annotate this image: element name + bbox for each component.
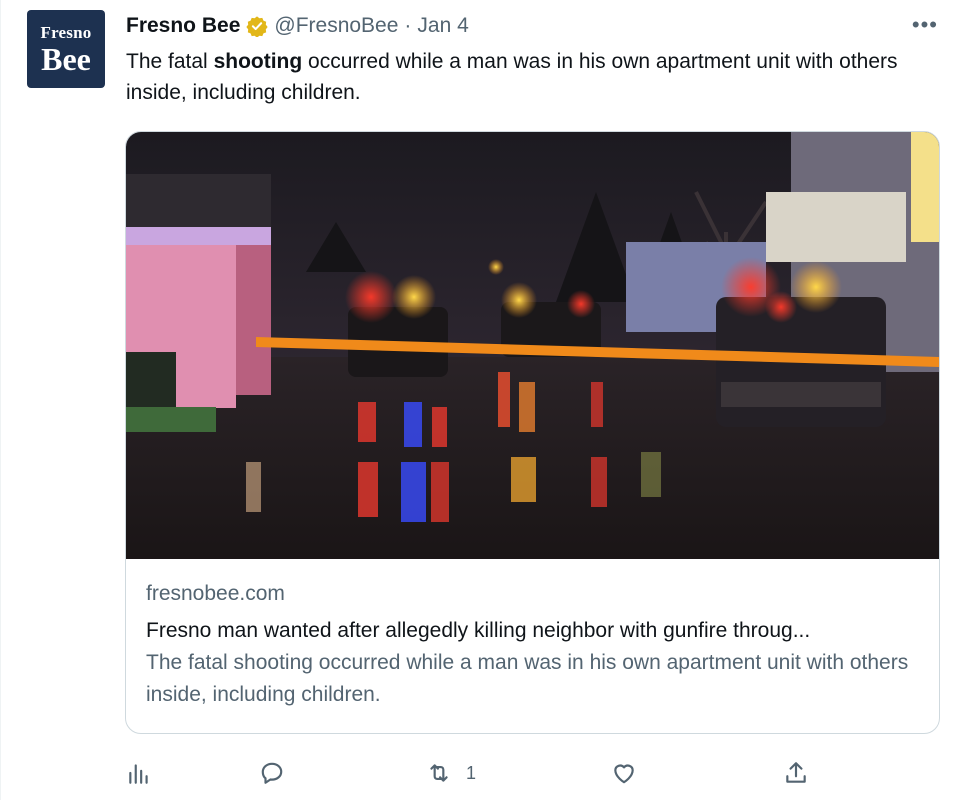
action-bar: 1 [126,756,826,790]
retweet-count: 1 [466,762,477,783]
tweet-header: Fresno Bee @FresnoBee · Jan 4 [126,12,469,40]
avatar-logo-line2: Bee [41,40,91,77]
avatar[interactable]: Fresno Bee [27,10,105,88]
like-icon [614,764,634,784]
separator-dot: · [404,14,412,37]
card-description: The fatal shooting occurred while a man … [146,651,909,706]
like-button[interactable] [611,756,637,790]
verified-badge-icon [246,16,269,37]
retweet-icon [430,764,448,782]
share-icon [786,762,806,783]
card-body: fresnobee.com Fresno man wanted after al… [146,579,916,711]
share-button[interactable] [783,756,809,790]
tweet-text-bold: shooting [213,50,303,73]
tweet-text: The fatal shooting occurred while a man … [126,46,926,108]
reply-icon [261,762,283,784]
card-title: Fresno man wanted after allegedly killin… [146,619,811,642]
tweet-text-start: The fatal [126,50,214,73]
analytics-icon [129,764,148,784]
tweet[interactable]: Fresno Bee Fresno Bee @FresnoBee · Jan 4… [0,0,960,800]
more-options-icon[interactable]: ••• [912,12,938,38]
card-domain: fresnobee.com [146,582,285,605]
account-handle[interactable]: @FresnoBee [274,14,398,38]
reply-button[interactable] [259,756,285,790]
avatar-logo-line1: Fresno [40,22,92,42]
divider [0,0,1,800]
card-photo [126,132,939,559]
tweet-date[interactable]: Jan 4 [417,14,468,38]
account-name[interactable]: Fresno Bee [126,14,240,38]
retweet-button[interactable]: 1 [426,756,476,790]
link-card[interactable]: fresnobee.com Fresno man wanted after al… [125,131,940,734]
analytics-button[interactable] [126,756,152,790]
